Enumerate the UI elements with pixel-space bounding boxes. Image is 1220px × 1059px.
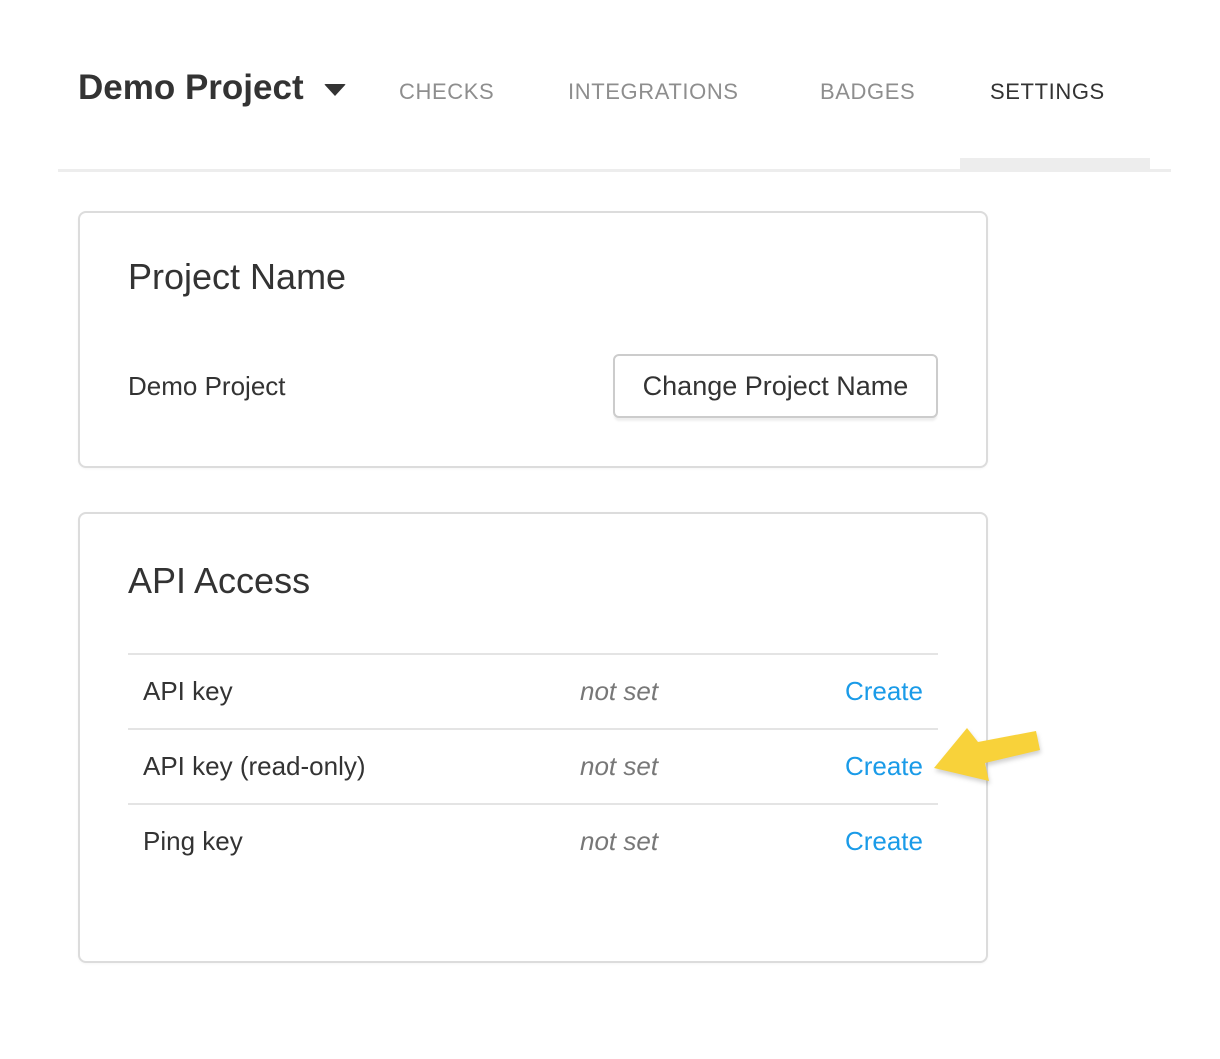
project-title: Demo Project xyxy=(78,69,304,107)
project-switcher[interactable]: Demo Project xyxy=(78,69,346,107)
table-row-api-key-read-only: API key (read-only) not set Create xyxy=(128,728,938,803)
project-name-card: Project Name Demo Project Change Project… xyxy=(78,211,988,468)
project-name-row: Demo Project Change Project Name xyxy=(128,354,938,418)
ping-key-create-link[interactable]: Create xyxy=(845,826,938,857)
project-name-card-title: Project Name xyxy=(128,256,346,298)
api-access-card-title: API Access xyxy=(128,560,310,602)
project-settings-page: Demo Project CHECKS INTEGRATIONS BADGES … xyxy=(0,0,1220,1059)
chevron-down-icon xyxy=(324,84,346,96)
tab-checks[interactable]: CHECKS xyxy=(399,80,494,104)
api-key-read-only-label: API key (read-only) xyxy=(128,751,580,782)
header-divider xyxy=(58,169,1171,172)
table-row-ping-key: Ping key not set Create xyxy=(128,803,938,878)
tab-integrations[interactable]: INTEGRATIONS xyxy=(568,80,739,104)
api-key-read-only-create-link[interactable]: Create xyxy=(845,751,938,782)
api-key-label: API key xyxy=(128,676,580,707)
current-project-name: Demo Project xyxy=(128,371,286,402)
tab-badges[interactable]: BADGES xyxy=(820,80,915,104)
api-access-card: API Access API key not set Create API ke… xyxy=(78,512,988,963)
change-project-name-button[interactable]: Change Project Name xyxy=(613,354,938,418)
api-key-value: not set xyxy=(580,676,838,707)
tab-settings[interactable]: SETTINGS xyxy=(990,80,1105,104)
api-key-create-link[interactable]: Create xyxy=(845,676,938,707)
ping-key-label: Ping key xyxy=(128,826,580,857)
api-key-read-only-value: not set xyxy=(580,751,838,782)
ping-key-value: not set xyxy=(580,826,838,857)
api-keys-table: API key not set Create API key (read-onl… xyxy=(128,653,938,878)
table-row-api-key: API key not set Create xyxy=(128,653,938,728)
